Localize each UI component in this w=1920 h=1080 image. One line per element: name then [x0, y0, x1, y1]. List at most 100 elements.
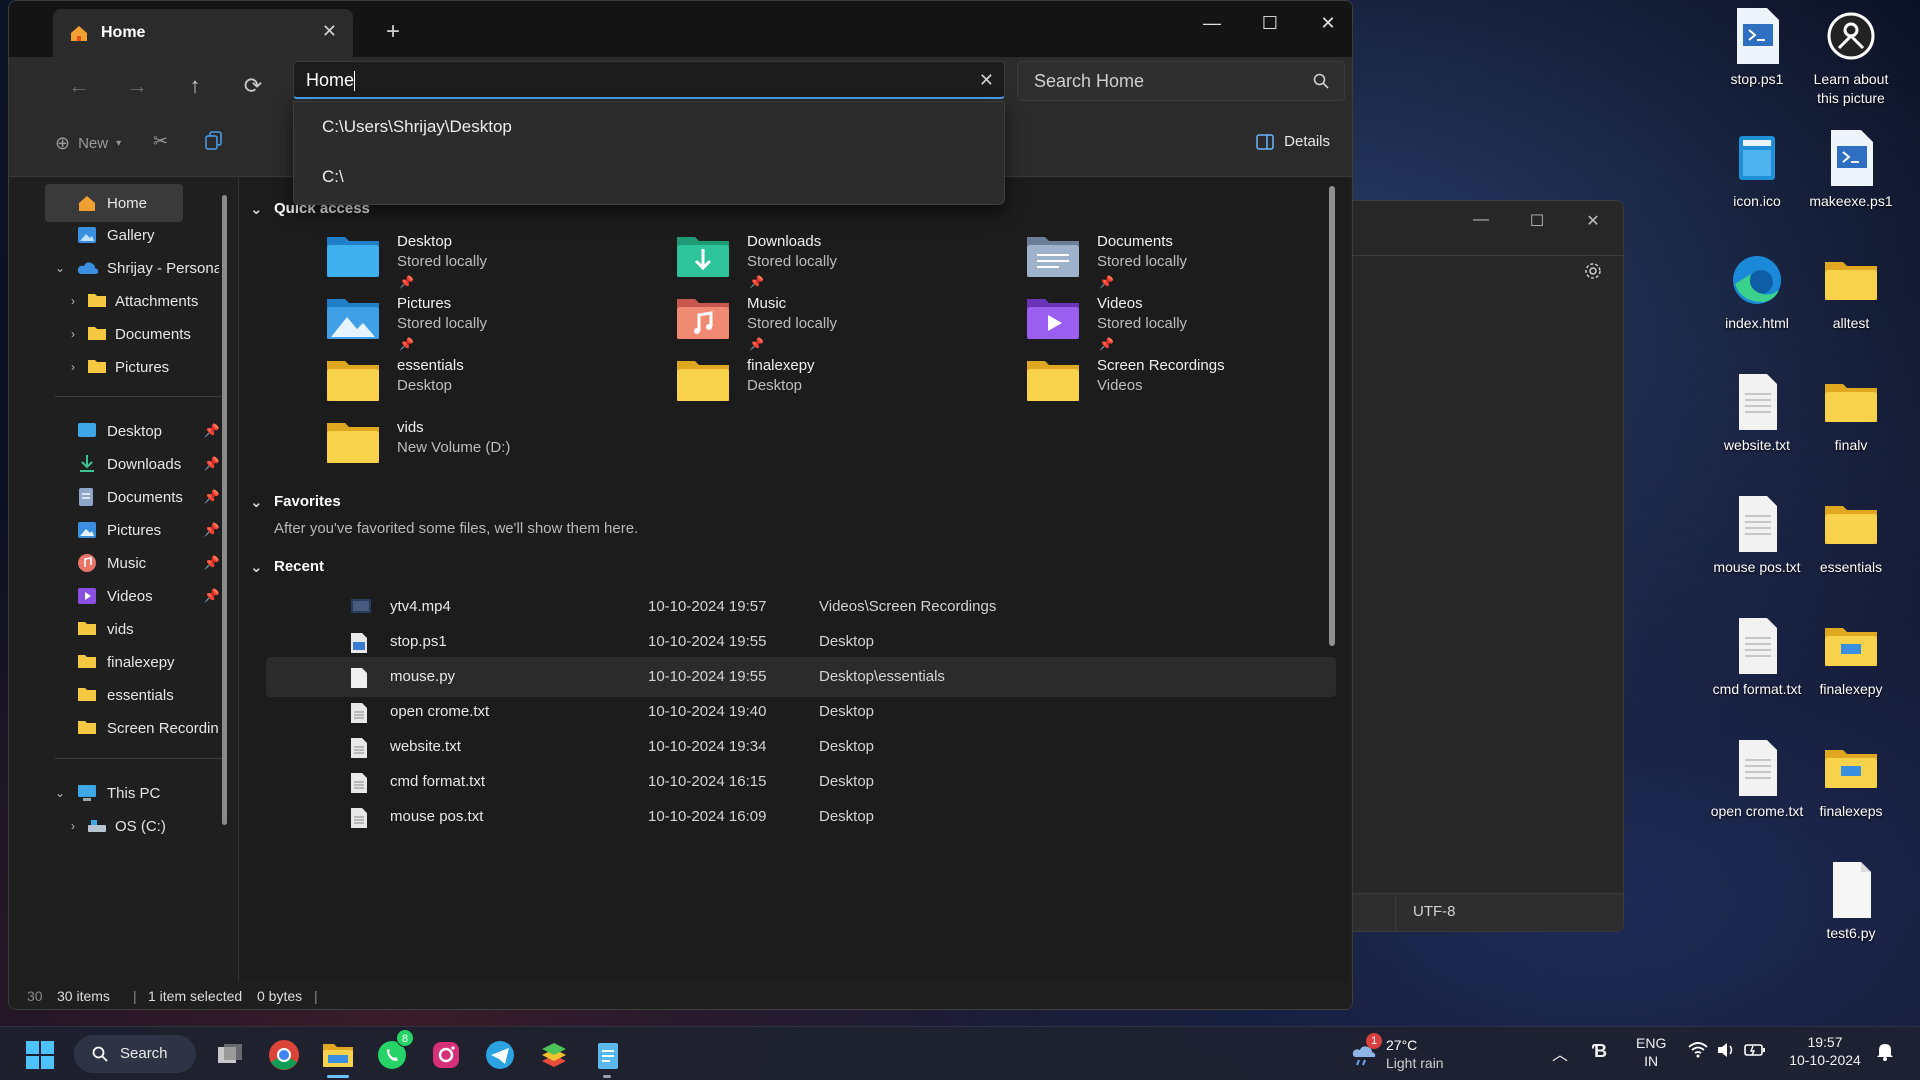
- chevron-down-icon[interactable]: ⌄: [250, 200, 263, 218]
- quick-access-tile[interactable]: vids New Volume (D:): [325, 417, 645, 487]
- chevron-down-icon[interactable]: ⌄: [55, 786, 65, 800]
- sidebar-item-drive-c[interactable]: › OS (C:): [9, 807, 224, 845]
- recent-row[interactable]: stop.ps1 10-10-2024 19:55 Desktop: [266, 622, 1336, 662]
- details-button[interactable]: Details: [1256, 133, 1330, 150]
- quick-access-tile[interactable]: Documents Stored locally 📌: [1025, 231, 1345, 301]
- desktop-icon-index-html[interactable]: index.html: [1710, 250, 1804, 333]
- quick-access-tile[interactable]: essentials Desktop: [325, 355, 645, 425]
- new-button[interactable]: ⊕ New ▾: [55, 133, 121, 154]
- desktop-icon-learn-picture[interactable]: Learn about this picture: [1804, 6, 1898, 108]
- desktop-icon-essentials[interactable]: essentials: [1804, 494, 1898, 577]
- recent-row[interactable]: website.txt 10-10-2024 19:34 Desktop: [266, 727, 1336, 767]
- chevron-right-icon[interactable]: ›: [71, 294, 75, 308]
- minimize-icon[interactable]: —: [1183, 7, 1241, 39]
- encoding-label[interactable]: UTF-8: [1413, 903, 1456, 920]
- desktop-icon-mouse-pos[interactable]: mouse pos.txt: [1710, 494, 1804, 577]
- sidebar-item-screen-recordings[interactable]: Screen Recordin: [9, 709, 224, 747]
- gear-icon[interactable]: [1583, 261, 1603, 281]
- file-explorer-window[interactable]: Home ✕ + — ☐ ✕ ← → ↑ ⟳ Home ✕ Search Hom…: [8, 0, 1353, 1010]
- desktop-icon-icon-ico[interactable]: icon.ico: [1710, 128, 1804, 211]
- battery-icon[interactable]: [1744, 1041, 1766, 1059]
- taskbar-search-button[interactable]: Search: [74, 1035, 196, 1073]
- search-icon[interactable]: [1312, 72, 1330, 90]
- address-suggestion[interactable]: C:\: [294, 152, 1004, 202]
- tab-home[interactable]: Home ✕: [53, 9, 353, 57]
- content-scrollbar[interactable]: [1329, 186, 1335, 646]
- desktop-icon-website-txt[interactable]: website.txt: [1710, 372, 1804, 455]
- clear-address-icon[interactable]: ✕: [979, 62, 994, 98]
- desktop-icon-test6[interactable]: test6.py: [1804, 860, 1898, 943]
- recent-row[interactable]: mouse pos.txt 10-10-2024 16:09 Desktop: [266, 797, 1336, 837]
- search-input[interactable]: Search Home: [1017, 61, 1345, 101]
- minimize-icon[interactable]: —: [1461, 211, 1501, 235]
- recent-row[interactable]: ytv4.mp4 10-10-2024 19:57 Videos\Screen …: [266, 587, 1336, 627]
- maximize-icon[interactable]: ☐: [1517, 211, 1557, 235]
- bluestacks-icon[interactable]: [536, 1037, 572, 1073]
- chevron-right-icon[interactable]: ›: [71, 819, 75, 833]
- chevron-right-icon[interactable]: ›: [71, 327, 75, 341]
- quick-access-tile[interactable]: Desktop Stored locally 📌: [325, 231, 645, 301]
- telegram-icon[interactable]: [482, 1037, 518, 1073]
- file-explorer-taskbar-icon[interactable]: [320, 1037, 356, 1073]
- chrome-icon[interactable]: [266, 1037, 302, 1073]
- chevron-down-icon[interactable]: ⌄: [250, 558, 263, 576]
- chevron-down-icon[interactable]: ⌄: [55, 261, 65, 275]
- quick-access-tile[interactable]: Screen Recordings Videos: [1025, 355, 1345, 425]
- recent-row-selected[interactable]: mouse.py 10-10-2024 19:55 Desktop\essent…: [266, 657, 1336, 697]
- notepad-icon[interactable]: [590, 1037, 626, 1073]
- close-icon[interactable]: ✕: [1299, 7, 1352, 39]
- text-file-icon: [350, 807, 370, 829]
- task-view-icon[interactable]: [212, 1037, 248, 1073]
- desktop-icon-stop-ps1[interactable]: stop.ps1: [1710, 6, 1804, 89]
- recent-row[interactable]: cmd format.txt 10-10-2024 16:15 Desktop: [266, 762, 1336, 802]
- clock-time: 19:57: [1807, 1034, 1843, 1050]
- quick-access-tile[interactable]: Videos Stored locally 📌: [1025, 293, 1345, 363]
- clock[interactable]: 19:57 10-10-2024: [1780, 1033, 1870, 1069]
- desktop-icon-alltest[interactable]: alltest: [1804, 250, 1898, 333]
- sidebar-item-label: Documents: [115, 325, 191, 343]
- volume-icon[interactable]: [1716, 1041, 1736, 1059]
- background-notepad-window[interactable]: — ☐ ✕ ) UTF-8: [1305, 200, 1624, 932]
- wifi-icon[interactable]: [1688, 1041, 1708, 1059]
- quick-access-tile[interactable]: finalexepy Desktop: [675, 355, 995, 425]
- back-button[interactable]: ←: [61, 69, 97, 103]
- whatsapp-icon[interactable]: 8: [374, 1029, 414, 1073]
- language-indicator[interactable]: ENG IN: [1636, 1034, 1666, 1070]
- notifications-bell-icon[interactable]: [1876, 1041, 1894, 1061]
- address-bar-input[interactable]: Home ✕: [293, 61, 1005, 99]
- desktop-icon-makeexe[interactable]: makeexe.ps1: [1804, 128, 1898, 211]
- sidebar-item-label: This PC: [107, 784, 161, 802]
- up-button[interactable]: ↑: [177, 69, 213, 103]
- desktop-icon-finalexepy[interactable]: finalexepy: [1804, 616, 1898, 699]
- refresh-button[interactable]: ⟳: [235, 69, 271, 103]
- chevron-up-icon[interactable]: ︿: [1552, 1041, 1568, 1065]
- tray-app-icon[interactable]: Ɓ: [1592, 1041, 1607, 1062]
- close-tab-icon[interactable]: ✕: [322, 21, 337, 42]
- close-icon[interactable]: ✕: [1573, 211, 1613, 235]
- chevron-down-icon[interactable]: ⌄: [250, 493, 263, 511]
- cut-icon[interactable]: ✂: [153, 131, 168, 152]
- desktop-icon-cmd-format[interactable]: cmd format.txt: [1710, 616, 1804, 699]
- favorites-header[interactable]: ⌄ Favorites: [250, 493, 341, 511]
- instagram-icon[interactable]: [428, 1037, 464, 1073]
- forward-button[interactable]: →: [119, 69, 155, 103]
- maximize-icon[interactable]: ☐: [1241, 7, 1299, 39]
- desktop-icon-open-crome[interactable]: open crome.txt: [1710, 738, 1804, 821]
- sidebar-item-od-pictures[interactable]: › Pictures: [9, 348, 224, 386]
- quick-access-tile[interactable]: Music Stored locally 📌: [675, 293, 995, 363]
- quick-access-tile[interactable]: Downloads Stored locally 📌: [675, 231, 995, 301]
- recent-row[interactable]: open crome.txt 10-10-2024 19:40 Desktop: [266, 692, 1336, 732]
- weather-widget[interactable]: 1 27°C Light rain: [1350, 1033, 1460, 1075]
- text-file-icon: [1729, 616, 1785, 676]
- recent-file-name: stop.ps1: [390, 633, 447, 650]
- copy-icon[interactable]: [205, 131, 223, 151]
- sidebar-scrollbar[interactable]: [222, 195, 227, 825]
- start-button[interactable]: [22, 1037, 58, 1073]
- quick-access-tile[interactable]: Pictures Stored locally 📌: [325, 293, 645, 363]
- desktop-icon-finalv[interactable]: finalv: [1804, 372, 1898, 455]
- new-tab-button[interactable]: +: [377, 17, 409, 49]
- recent-header[interactable]: ⌄ Recent: [250, 558, 324, 576]
- chevron-right-icon[interactable]: ›: [71, 360, 75, 374]
- desktop-icon-finalexeps[interactable]: finalexeps: [1804, 738, 1898, 821]
- address-suggestion[interactable]: C:\Users\Shrijay\Desktop: [294, 102, 1004, 152]
